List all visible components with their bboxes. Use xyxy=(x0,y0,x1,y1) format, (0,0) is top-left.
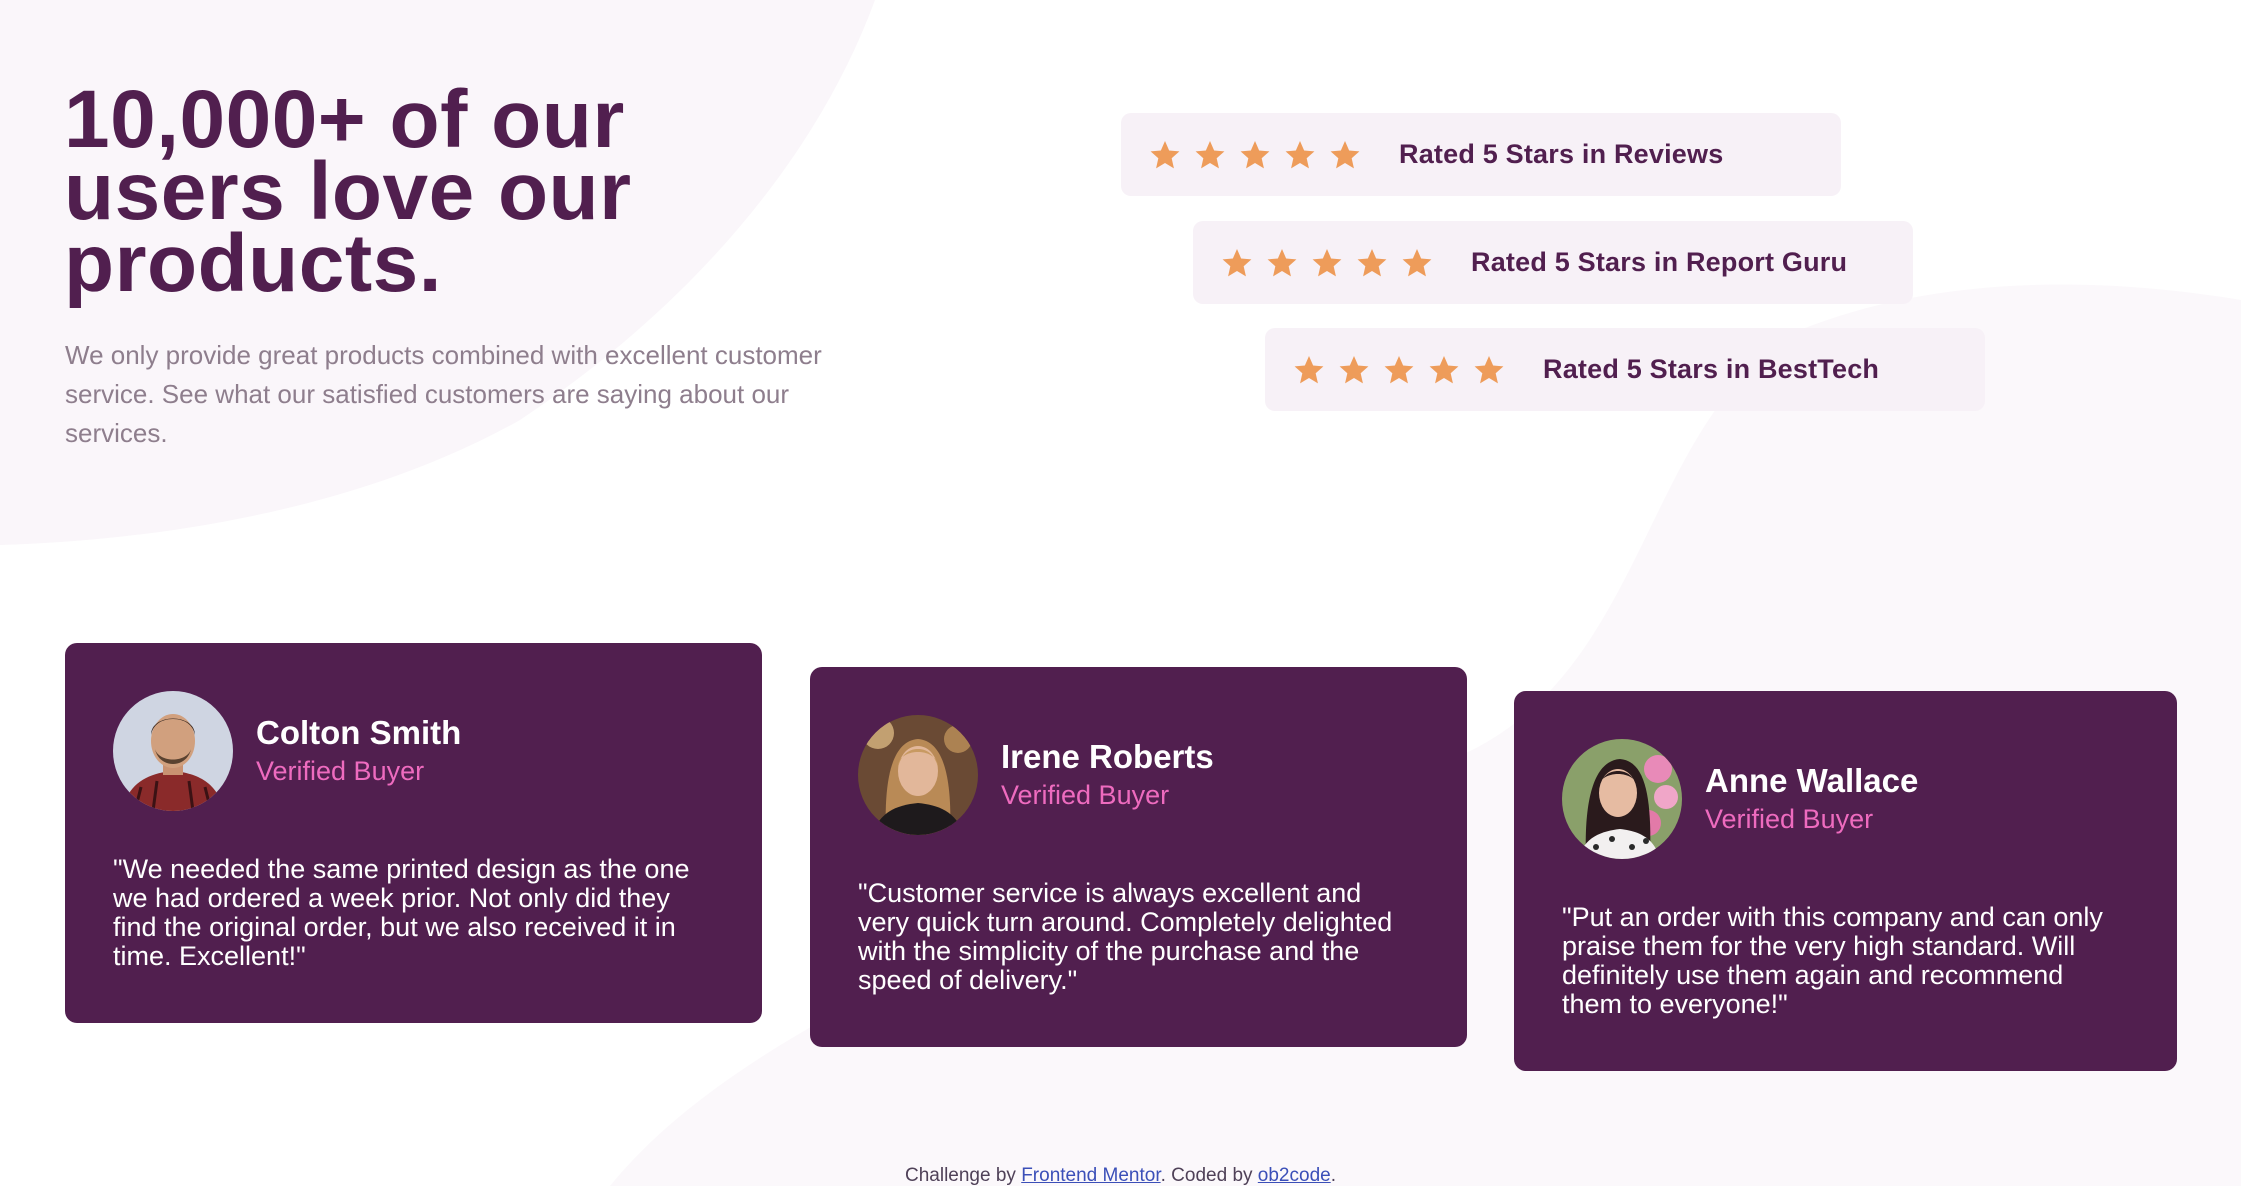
testimonial-quote: "We needed the same printed design as th… xyxy=(113,854,690,971)
star-rating xyxy=(1293,354,1505,386)
star-icon xyxy=(1474,355,1504,383)
testimonial-card-anne-wallace: Anne Wallace Verified Buyer "Put an orde… xyxy=(1514,691,2177,1071)
rating-label: Rated 5 Stars in Report Guru xyxy=(1471,247,1848,277)
avatar xyxy=(1562,739,1682,859)
avatar xyxy=(858,715,978,835)
reviewer-info: Anne Wallace Verified Buyer xyxy=(1705,761,1918,837)
star-rating xyxy=(1221,247,1433,279)
reviewer-name: Colton Smith xyxy=(256,714,462,751)
star-icon xyxy=(1195,140,1225,168)
star-icon xyxy=(1384,355,1414,383)
testimonial-quote: "Put an order with this company and can … xyxy=(1562,902,2103,1019)
attribution-footer: Challenge by Frontend Mentor. Coded by o… xyxy=(0,1165,2241,1187)
rating-label: Rated 5 Stars in Reviews xyxy=(1399,139,1724,169)
star-icon xyxy=(1357,248,1387,276)
frontend-mentor-link[interactable]: Frontend Mentor xyxy=(1021,1165,1160,1186)
reviewer-name: Irene Roberts xyxy=(1001,738,1214,775)
star-icon xyxy=(1312,248,1342,276)
reviewer: Irene Roberts Verified Buyer xyxy=(858,715,1419,835)
star-icon xyxy=(1330,140,1360,168)
rating-label: Rated 5 Stars in BestTech xyxy=(1543,354,1880,384)
star-icon xyxy=(1402,248,1432,276)
star-icon xyxy=(1150,140,1180,168)
star-icon xyxy=(1285,140,1315,168)
reviewer-info: Irene Roberts Verified Buyer xyxy=(1001,737,1214,813)
attribution-suffix: . xyxy=(1330,1165,1336,1186)
testimonial-card-colton-smith: Colton Smith Verified Buyer "We needed t… xyxy=(65,643,762,1023)
star-icon xyxy=(1429,355,1459,383)
star-rating xyxy=(1149,139,1361,171)
star-icon xyxy=(1222,248,1252,276)
attribution-prefix: Challenge by xyxy=(905,1165,1022,1186)
verified-buyer-label: Verified Buyer xyxy=(256,756,425,786)
reviewer: Anne Wallace Verified Buyer xyxy=(1562,739,2129,859)
star-icon xyxy=(1240,140,1270,168)
star-icon xyxy=(1267,248,1297,276)
avatar xyxy=(113,691,233,811)
intro-text: We only provide great products combined … xyxy=(65,340,822,448)
page-title: 10,000+ of our users love our products. xyxy=(64,74,632,309)
attribution-middle: . Coded by xyxy=(1160,1165,1258,1186)
rating-reviews: Rated 5 Stars in Reviews xyxy=(1121,113,1841,196)
star-icon xyxy=(1294,355,1324,383)
testimonial-quote: "Customer service is always excellent an… xyxy=(858,878,1393,995)
rating-report-guru: Rated 5 Stars in Report Guru xyxy=(1193,221,1913,304)
author-link[interactable]: ob2code xyxy=(1258,1165,1331,1186)
page-content: 10,000+ of our users love our products. … xyxy=(0,0,2241,1186)
reviewer-name: Anne Wallace xyxy=(1705,762,1919,799)
rating-besttech: Rated 5 Stars in BestTech xyxy=(1265,328,1985,411)
reviewer-info: Colton Smith Verified Buyer xyxy=(256,713,461,789)
verified-buyer-label: Verified Buyer xyxy=(1001,780,1170,810)
testimonial-card-irene-roberts: Irene Roberts Verified Buyer "Customer s… xyxy=(810,667,1467,1047)
star-icon xyxy=(1339,355,1369,383)
verified-buyer-label: Verified Buyer xyxy=(1705,804,1874,834)
reviewer: Colton Smith Verified Buyer xyxy=(113,691,714,811)
